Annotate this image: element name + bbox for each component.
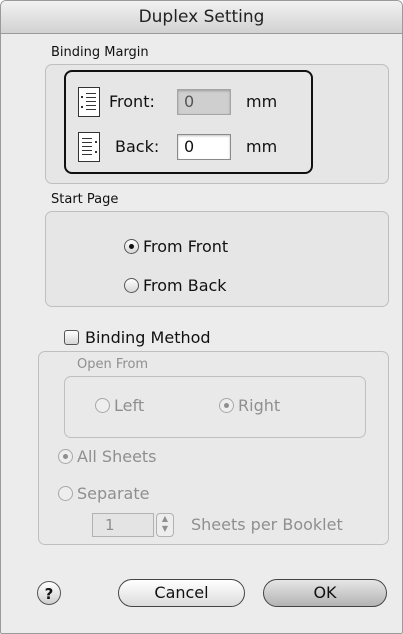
open-from-right-radio[interactable]: Right [219, 396, 280, 415]
from-back-radio[interactable]: From Back [124, 276, 227, 295]
front-margin-icon [78, 87, 100, 117]
open-from-right-label: Right [238, 396, 281, 415]
sheets-per-booklet-field[interactable]: 1 [92, 513, 154, 537]
open-from-label: Open From [77, 357, 149, 372]
from-back-label: From Back [143, 276, 227, 295]
duplex-setting-dialog: Duplex Setting Binding Margin Front: 0 m… [0, 0, 403, 634]
sheets-stepper[interactable]: ▲ ▼ [156, 513, 174, 537]
separate-label: Separate [77, 484, 150, 503]
help-button[interactable]: ? [37, 581, 61, 605]
back-margin-icon [78, 132, 100, 162]
radio-selected-icon [124, 239, 139, 254]
ok-button[interactable]: OK [263, 579, 387, 607]
dialog-title: Duplex Setting [1, 1, 402, 34]
front-unit: mm [246, 92, 278, 111]
binding-margin-label: Binding Margin [51, 45, 149, 60]
back-margin-field[interactable]: 0 [177, 134, 231, 160]
checkbox-unchecked-icon [64, 330, 79, 345]
sheets-per-booklet-label: Sheets per Booklet [191, 515, 343, 534]
cancel-button[interactable]: Cancel [118, 579, 245, 607]
all-sheets-label: All Sheets [77, 447, 157, 466]
separate-radio[interactable]: Separate [58, 484, 149, 503]
open-from-left-label: Left [114, 396, 145, 415]
back-label: Back: [115, 137, 160, 156]
radio-unselected-icon [95, 398, 110, 413]
stepper-up-icon[interactable]: ▲ [157, 514, 173, 524]
from-front-radio[interactable]: From Front [124, 237, 228, 256]
binding-method-label: Binding Method [85, 328, 211, 347]
binding-method-checkbox[interactable]: Binding Method [64, 328, 211, 347]
stepper-down-icon[interactable]: ▼ [157, 524, 173, 534]
radio-selected-icon [58, 449, 73, 464]
front-margin-field[interactable]: 0 [177, 89, 231, 115]
radio-unselected-icon [58, 486, 73, 501]
front-label: Front: [109, 92, 155, 111]
open-from-left-radio[interactable]: Left [95, 396, 144, 415]
radio-unselected-icon [124, 278, 139, 293]
from-front-label: From Front [143, 237, 229, 256]
back-unit: mm [246, 137, 278, 156]
radio-selected-icon [219, 398, 234, 413]
start-page-label: Start Page [51, 192, 119, 207]
all-sheets-radio[interactable]: All Sheets [58, 447, 157, 466]
